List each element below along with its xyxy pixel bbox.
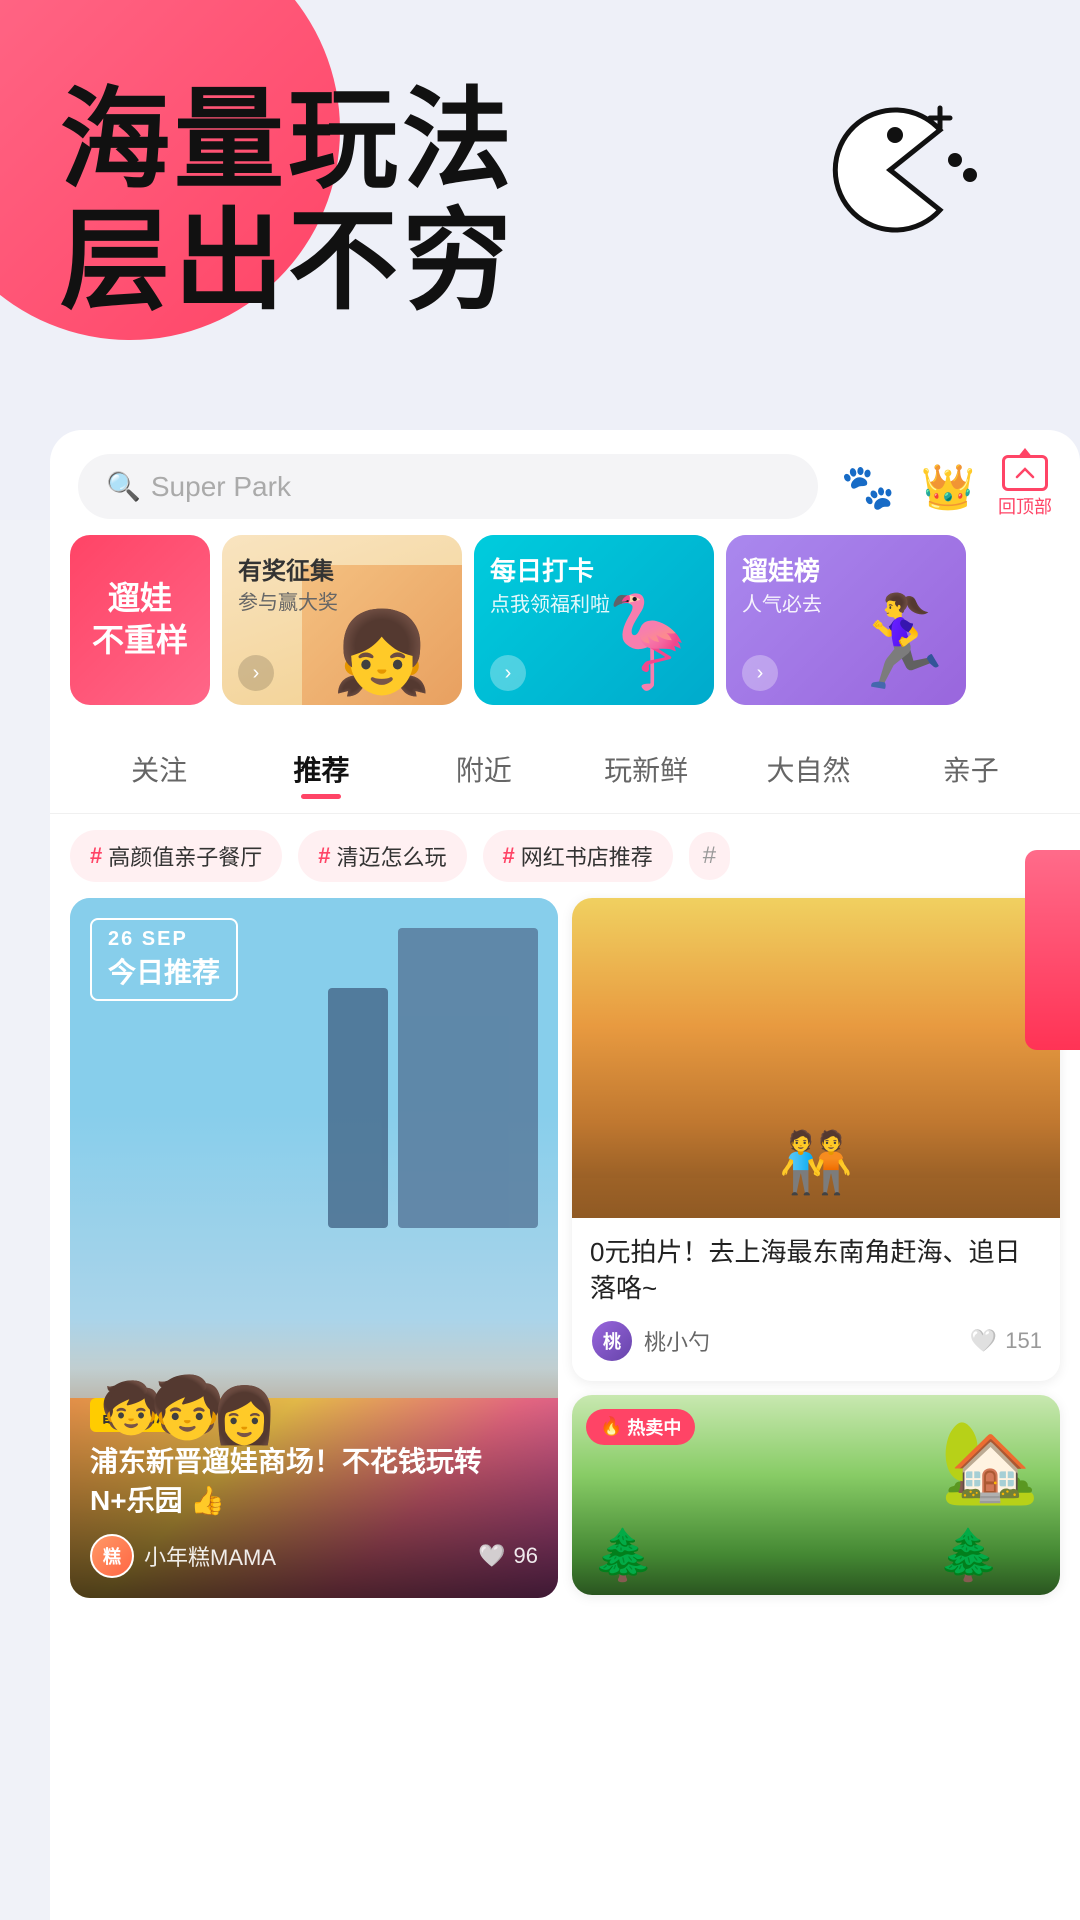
tag-pill-more[interactable]: # [689, 832, 730, 880]
likes-count-left: 96 [514, 1543, 538, 1569]
banner-card-2-subtitle: 参与赢大奖 [238, 586, 338, 615]
author-avatar-right-top: 桃 [590, 1319, 634, 1363]
tag-pill-2[interactable]: # 清迈怎么玩 [298, 830, 466, 882]
banner-card-3-title: 每日打卡 [490, 551, 610, 588]
card-left-likes: 🤍 96 [478, 1543, 538, 1569]
banner-card-3-text: 每日打卡 点我领福利啦 [490, 551, 610, 617]
heart-icon-left: 🤍 [478, 1543, 505, 1569]
tag-pill-3[interactable]: # 网红书店推荐 [483, 830, 673, 882]
search-bar[interactable]: 🔍 Super Park [78, 454, 818, 519]
magic-icon[interactable]: 🐾 [838, 457, 898, 517]
banner-card-4-arrow: › [742, 655, 778, 691]
author-name-right-top: 桃小勺 [644, 1325, 710, 1357]
hero-title-block: 海量玩法 层出不穷 [60, 80, 516, 322]
back-to-top-icon [1002, 455, 1048, 491]
card-left-author: 糕 小年糕MAMA [90, 1534, 276, 1578]
banner-card-3[interactable]: 每日打卡 点我领福利啦 🦩 › [474, 535, 714, 705]
tab-recommend[interactable]: 推荐 [240, 735, 402, 803]
hot-badge: 🔥 热卖中 [586, 1409, 695, 1445]
right-top-card-title: 0元拍片！去上海最东南角赶海、追日落咯~ [590, 1234, 1042, 1307]
author-avatar-left: 糕 [90, 1534, 134, 1578]
heart-icon-right-top: 🤍 [970, 1328, 997, 1354]
tab-follow[interactable]: 关注 [78, 735, 240, 803]
tag-hash-1: # [90, 843, 102, 869]
tag-more-icon: # [703, 842, 716, 870]
card-left-title: 浦东新晋遛娃商场！不花钱玩转N+乐园 👍 [90, 1442, 538, 1520]
tab-family[interactable]: 亲子 [890, 735, 1052, 803]
banner-card-2-title: 有奖征集 [238, 551, 338, 586]
card-date-top: 26 SEP [108, 928, 220, 951]
bookmark-tab[interactable] [1025, 850, 1080, 1050]
banner-card-2-text: 有奖征集 参与赢大奖 [238, 551, 338, 615]
right-bottom-card-image: 🏡 🌲 🌲 🔥 热卖中 [572, 1395, 1060, 1595]
building-decoration [398, 928, 538, 1228]
likes-count-right-top: 151 [1005, 1328, 1042, 1354]
nav-tabs: 关注 推荐 附近 玩新鲜 大自然 亲子 [50, 725, 1080, 814]
tag-pill-1[interactable]: # 高颜值亲子餐厅 [70, 830, 282, 882]
fire-icon: 🔥 [600, 1416, 622, 1437]
search-placeholder: Super Park [151, 471, 291, 503]
right-top-card-footer: 桃 桃小勺 🤍 151 [590, 1319, 1042, 1363]
tab-nearby[interactable]: 附近 [403, 735, 565, 803]
right-top-author: 桃 桃小勺 [590, 1319, 710, 1363]
right-column: 🧑‍🤝‍🧑 0元拍片！去上海最东南角赶海、追日落咯~ 桃 桃小勺 🤍 151 [572, 898, 1060, 1598]
back-to-top-label: 回顶部 [998, 493, 1052, 519]
hero-title-line1: 海量玩法 [60, 80, 516, 201]
card-date-bottom: 今日推荐 [108, 951, 220, 991]
banner-card-3-arrow: › [490, 655, 526, 691]
back-to-top-button[interactable]: 回顶部 [998, 455, 1052, 519]
pacman-icon [820, 100, 980, 245]
search-bar-row: 🔍 Super Park 🐾 👑 回顶部 [50, 430, 1080, 535]
tab-nature[interactable]: 大自然 [727, 735, 889, 803]
tag-row: # 高颜值亲子餐厅 # 清迈怎么玩 # 网红书店推荐 # [50, 814, 1080, 898]
right-top-card-image: 🧑‍🤝‍🧑 [572, 898, 1060, 1218]
tag-label-2: 清迈怎么玩 [337, 840, 447, 872]
banner-card-1[interactable]: 遛娃不重样 [70, 535, 210, 705]
left-big-card[interactable]: 🧒 🧒 👩 26 SEP 今日推荐 晶耀前滩 浦东新晋遛娃商场！不花钱玩转N+乐… [70, 898, 558, 1598]
tag-label-3: 网红书店推荐 [521, 840, 653, 872]
tag-label-1: 高颜值亲子餐厅 [108, 840, 262, 872]
banner-card-4-text: 遛娃榜 人气必去 [742, 551, 822, 617]
hot-label: 热卖中 [627, 1414, 681, 1440]
left-column: 🧒 🧒 👩 26 SEP 今日推荐 晶耀前滩 浦东新晋遛娃商场！不花钱玩转N+乐… [70, 898, 558, 1598]
header-icons: 🐾 👑 回顶部 [838, 455, 1052, 519]
search-icon: 🔍 [106, 470, 141, 503]
tag-hash-2: # [318, 843, 330, 869]
banner-card-1-text: 遛娃不重样 [92, 578, 188, 661]
right-bottom-card[interactable]: 🏡 🌲 🌲 🔥 热卖中 [572, 1395, 1060, 1595]
banner-card-4-title: 遛娃榜 [742, 551, 822, 588]
right-top-card[interactable]: 🧑‍🤝‍🧑 0元拍片！去上海最东南角赶海、追日落咯~ 桃 桃小勺 🤍 151 [572, 898, 1060, 1381]
banner-card-4-subtitle: 人气必去 [742, 588, 822, 617]
right-top-likes: 🤍 151 [970, 1328, 1042, 1354]
banner-card-4[interactable]: 遛娃榜 人气必去 🏃‍♀️ › [726, 535, 966, 705]
banner-row: 遛娃不重样 有奖征集 参与赢大奖 👧 › 每日打卡 点我领福利啦 [50, 535, 1080, 725]
banner-card-2[interactable]: 有奖征集 参与赢大奖 👧 › [222, 535, 462, 705]
right-top-card-content: 0元拍片！去上海最东南角赶海、追日落咯~ 桃 桃小勺 🤍 151 [572, 1218, 1060, 1381]
hero-title-line2: 层出不穷 [60, 201, 516, 322]
author-name-left: 小年糕MAMA [144, 1540, 276, 1572]
content-grid: 🧒 🧒 👩 26 SEP 今日推荐 晶耀前滩 浦东新晋遛娃商场！不花钱玩转N+乐… [50, 898, 1080, 1618]
tab-fresh[interactable]: 玩新鲜 [565, 735, 727, 803]
crown-icon[interactable]: 👑 [918, 457, 978, 517]
app-card: 🔍 Super Park 🐾 👑 回顶部 遛娃不重样 [50, 430, 1080, 1920]
card-date-badge: 26 SEP 今日推荐 [90, 918, 238, 1001]
banner-card-2-arrow: › [238, 655, 274, 691]
banner-card-3-subtitle: 点我领福利啦 [490, 588, 610, 617]
tag-hash-3: # [503, 843, 515, 869]
card-left-footer: 糕 小年糕MAMA 🤍 96 [90, 1534, 538, 1578]
